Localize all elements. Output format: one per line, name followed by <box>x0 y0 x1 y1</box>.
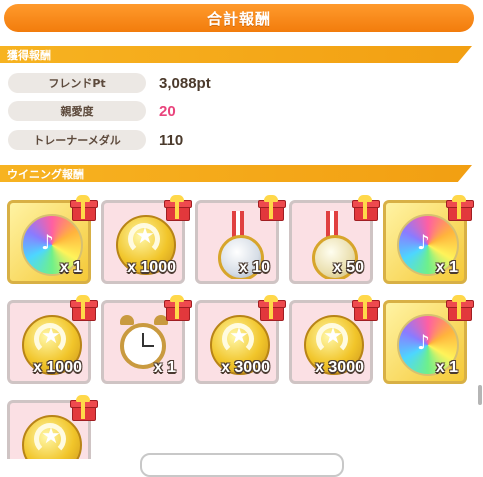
acquired-rewards-label: 獲得報酬 <box>7 48 51 62</box>
winning-rewards-header: ウイニング報酬 <box>0 165 472 182</box>
reward-item-gold-coin[interactable]: ★ x 3000 <box>195 295 286 384</box>
reward-item-gold-coin[interactable]: ★ x 1000 <box>7 295 98 384</box>
reward-item-gold-medal[interactable]: x 50 <box>289 195 380 284</box>
gift-icon <box>446 295 474 321</box>
item-quantity: x 1000 <box>33 359 82 376</box>
gift-icon <box>70 195 98 221</box>
friend-pt-label: フレンドPt <box>8 73 146 93</box>
gift-icon <box>164 295 192 321</box>
friend-pt-value: 3,088pt <box>159 74 211 92</box>
gold-coin-icon: ★ <box>22 415 82 459</box>
reward-item-rainbow-disc[interactable]: ♪ x 1 <box>383 295 474 384</box>
item-quantity: x 1000 <box>127 259 176 276</box>
gift-icon <box>258 195 286 221</box>
item-quantity: x 1 <box>153 359 176 376</box>
acquired-rewards-header: 獲得報酬 <box>0 46 472 63</box>
winning-rewards-label: ウイニング報酬 <box>7 167 84 181</box>
reward-item-alarm-clock[interactable]: x 1 <box>101 295 192 384</box>
gift-icon <box>352 295 380 321</box>
gift-icon <box>352 195 380 221</box>
item-quantity: x 50 <box>332 259 364 276</box>
reward-item-rainbow-disc[interactable]: ♪ x 1 <box>7 195 98 284</box>
affection-row: 親愛度 20 <box>8 100 176 122</box>
scrollbar-thumb[interactable] <box>478 385 482 405</box>
affection-label: 親愛度 <box>8 101 146 121</box>
reward-item-gold-coin[interactable]: ★ x 3000 <box>289 295 380 384</box>
item-quantity: x 1 <box>59 259 82 276</box>
trainer-medal-value: 110 <box>159 131 184 149</box>
reward-item-rainbow-disc[interactable]: ♪ x 1 <box>383 195 474 284</box>
item-quantity: x 10 <box>238 259 270 276</box>
trainer-medal-label: トレーナーメダル <box>8 130 146 150</box>
scrollbar[interactable] <box>478 40 482 452</box>
item-quantity: x 3000 <box>221 359 270 376</box>
gift-icon <box>164 195 192 221</box>
gift-icon <box>70 395 98 421</box>
close-button[interactable] <box>140 453 344 477</box>
gift-icon <box>70 295 98 321</box>
reward-item-gold-coin[interactable]: ★ <box>7 395 98 459</box>
trainer-medal-row: トレーナーメダル 110 <box>8 129 183 151</box>
item-quantity: x 1 <box>435 259 458 276</box>
item-quantity: x 1 <box>435 359 458 376</box>
item-quantity: x 3000 <box>315 359 364 376</box>
page-title: 合計報酬 <box>4 4 474 32</box>
affection-value: 20 <box>159 102 176 120</box>
gift-icon <box>446 195 474 221</box>
reward-item-gold-coin[interactable]: ★ x 1000 <box>101 195 192 284</box>
reward-item-silver-medal[interactable]: x 10 <box>195 195 286 284</box>
friend-pt-row: フレンドPt 3,088pt <box>8 72 211 94</box>
gift-icon <box>258 295 286 321</box>
